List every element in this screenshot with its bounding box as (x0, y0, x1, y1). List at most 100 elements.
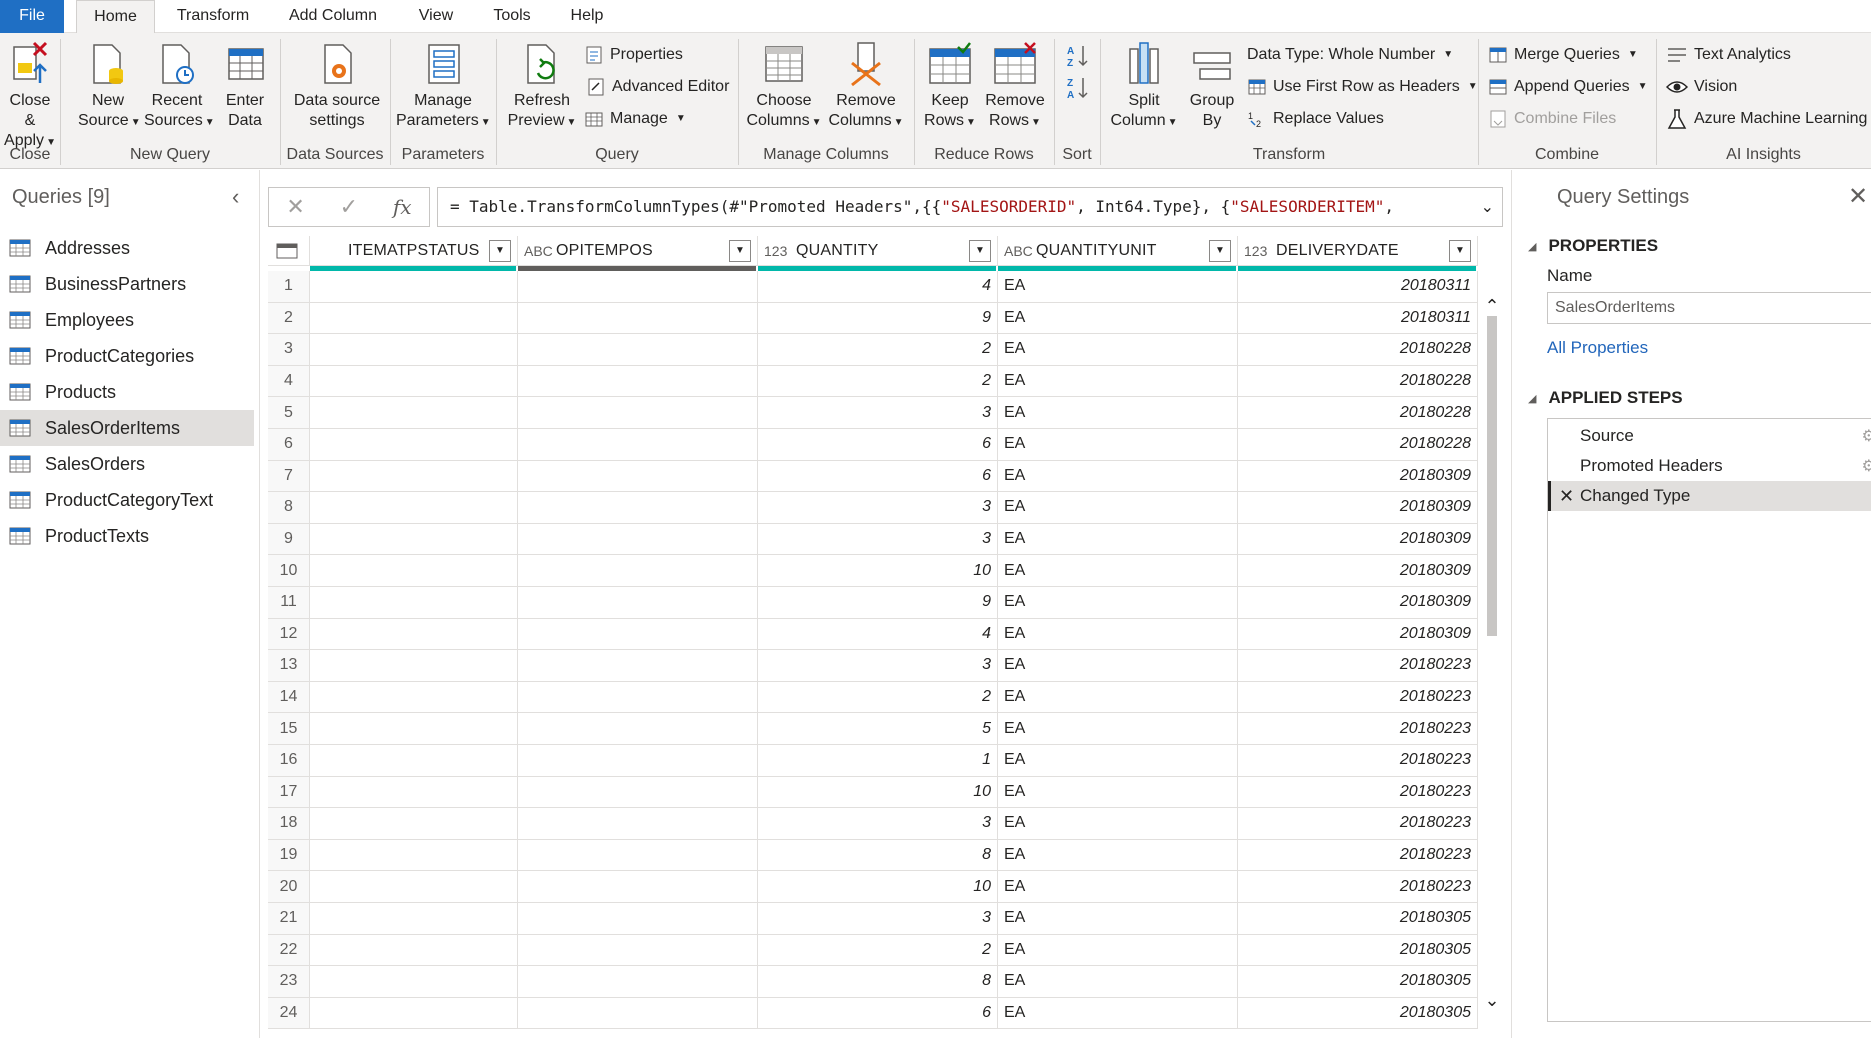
scroll-down-icon[interactable]: ⌄ (1482, 990, 1502, 1011)
table-cell[interactable]: 20180223 (1238, 777, 1478, 809)
table-cell[interactable] (310, 871, 518, 903)
row-number[interactable]: 3 (268, 334, 310, 366)
tab-help[interactable]: Help (558, 0, 616, 33)
query-item[interactable]: BusinessPartners (0, 266, 254, 302)
row-number[interactable]: 4 (268, 366, 310, 398)
table-cell[interactable]: 1 (758, 745, 998, 777)
recent-sources-button[interactable]: Recent Sources▼ (144, 41, 210, 133)
row-number[interactable]: 21 (268, 903, 310, 935)
table-cell[interactable]: EA (998, 619, 1238, 651)
table-cell[interactable]: 6 (758, 998, 998, 1030)
table-cell[interactable]: 20180223 (1238, 650, 1478, 682)
close-apply-button[interactable]: Close & Apply▼ (2, 41, 58, 153)
table-cell[interactable]: 2 (758, 334, 998, 366)
table-cell[interactable]: 9 (758, 303, 998, 335)
table-cell[interactable]: EA (998, 682, 1238, 714)
table-cell[interactable] (518, 461, 758, 493)
table-cell[interactable] (518, 713, 758, 745)
table-cell[interactable] (518, 966, 758, 998)
manage-parameters-button[interactable]: Manage Parameters▼ (396, 41, 490, 133)
table-cell[interactable]: 3 (758, 397, 998, 429)
text-analytics-button[interactable]: Text Analytics (1666, 42, 1791, 68)
table-cell[interactable] (310, 777, 518, 809)
table-cell[interactable]: 3 (758, 492, 998, 524)
query-item[interactable]: Addresses (0, 230, 254, 266)
table-cell[interactable] (310, 998, 518, 1030)
manage-button[interactable]: Manage▼ (584, 106, 686, 132)
table-cell[interactable] (518, 334, 758, 366)
table-cell[interactable]: EA (998, 334, 1238, 366)
table-cell[interactable] (310, 366, 518, 398)
table-cell[interactable]: EA (998, 966, 1238, 998)
table-cell[interactable]: 2 (758, 935, 998, 967)
table-cell[interactable] (310, 935, 518, 967)
table-cell[interactable]: 20180309 (1238, 619, 1478, 651)
tab-file[interactable]: File (0, 0, 64, 33)
table-cell[interactable]: 10 (758, 777, 998, 809)
row-number[interactable]: 14 (268, 682, 310, 714)
table-cell[interactable]: EA (998, 271, 1238, 303)
table-cell[interactable]: 4 (758, 619, 998, 651)
tab-tools[interactable]: Tools (484, 0, 540, 33)
applied-step[interactable]: ✕Changed Type (1548, 481, 1871, 511)
table-cell[interactable]: 20180305 (1238, 935, 1478, 967)
row-number[interactable]: 12 (268, 619, 310, 651)
table-cell[interactable]: 20180309 (1238, 587, 1478, 619)
tab-view[interactable]: View (408, 0, 464, 33)
table-cell[interactable]: 20180228 (1238, 429, 1478, 461)
table-cell[interactable] (310, 682, 518, 714)
table-cell[interactable] (310, 650, 518, 682)
choose-columns-button[interactable]: Choose Columns▼ (744, 41, 824, 133)
table-cell[interactable]: EA (998, 777, 1238, 809)
table-cell[interactable]: 20180309 (1238, 461, 1478, 493)
table-cell[interactable]: EA (998, 555, 1238, 587)
table-cell[interactable] (518, 998, 758, 1030)
table-cell[interactable] (518, 587, 758, 619)
row-number[interactable]: 19 (268, 840, 310, 872)
table-cell[interactable]: 6 (758, 461, 998, 493)
query-item[interactable]: Products (0, 374, 254, 410)
column-filter-dropdown[interactable]: ▼ (1449, 240, 1471, 262)
table-cell[interactable] (518, 745, 758, 777)
table-cell[interactable]: 10 (758, 555, 998, 587)
table-cell[interactable] (310, 524, 518, 556)
table-cell[interactable]: 20180305 (1238, 998, 1478, 1030)
gear-icon[interactable]: ⚙ (1862, 426, 1871, 446)
table-cell[interactable] (310, 271, 518, 303)
query-item[interactable]: ProductCategories (0, 338, 254, 374)
collapse-pane-icon[interactable]: ‹ (232, 184, 239, 210)
append-queries-button[interactable]: Append Queries▼ (1488, 74, 1648, 100)
table-cell[interactable]: EA (998, 397, 1238, 429)
table-cell[interactable] (518, 524, 758, 556)
row-number[interactable]: 13 (268, 650, 310, 682)
table-cell[interactable]: 6 (758, 429, 998, 461)
row-number[interactable]: 15 (268, 713, 310, 745)
formula-bar[interactable]: = Table.TransformColumnTypes(#"Promoted … (437, 187, 1503, 227)
table-cell[interactable]: EA (998, 871, 1238, 903)
table-cell[interactable] (310, 808, 518, 840)
table-cell[interactable]: 20180223 (1238, 713, 1478, 745)
query-item[interactable]: SalesOrderItems (0, 410, 254, 446)
new-source-button[interactable]: New Source▼ (78, 41, 138, 133)
table-cell[interactable]: 3 (758, 808, 998, 840)
table-cell[interactable] (518, 619, 758, 651)
table-cell[interactable] (310, 334, 518, 366)
row-number[interactable]: 16 (268, 745, 310, 777)
table-cell[interactable]: EA (998, 808, 1238, 840)
keep-rows-button[interactable]: Keep Rows▼ (920, 41, 980, 133)
table-cell[interactable]: 20180223 (1238, 682, 1478, 714)
row-number[interactable]: 18 (268, 808, 310, 840)
query-name-input[interactable]: SalesOrderItems (1547, 292, 1871, 324)
table-cell[interactable]: 3 (758, 650, 998, 682)
table-cell[interactable]: 20180223 (1238, 840, 1478, 872)
table-cell[interactable]: 20180309 (1238, 524, 1478, 556)
table-cell[interactable]: 20180223 (1238, 808, 1478, 840)
table-cell[interactable] (518, 271, 758, 303)
table-cell[interactable]: EA (998, 366, 1238, 398)
table-cell[interactable]: EA (998, 998, 1238, 1030)
tab-home[interactable]: Home (76, 0, 155, 34)
vision-button[interactable]: Vision (1666, 74, 1737, 100)
table-cell[interactable]: 20180305 (1238, 903, 1478, 935)
table-cell[interactable]: 2 (758, 366, 998, 398)
column-header[interactable]: ITEMATPSTATUS▼ (310, 236, 518, 266)
